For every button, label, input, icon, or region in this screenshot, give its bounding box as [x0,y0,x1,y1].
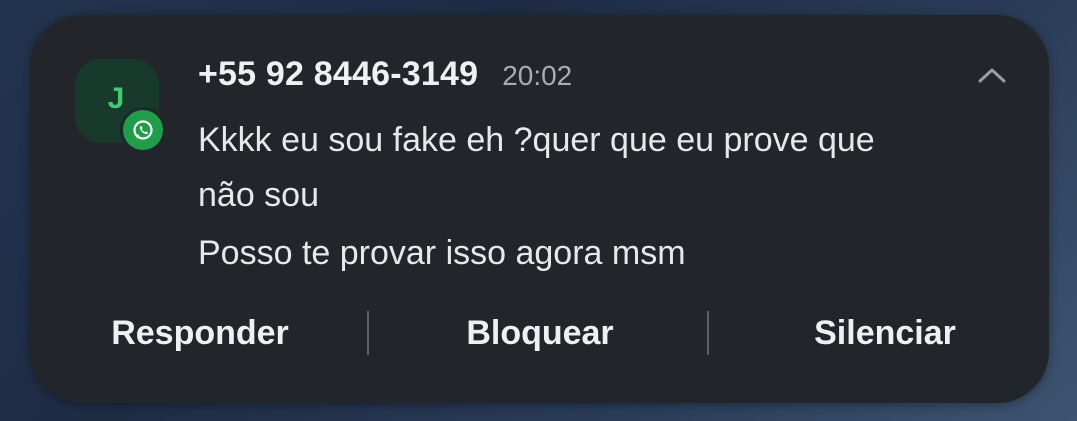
action-divider [367,311,369,355]
message-text: Kkkk eu sou fake eh ?quer que eu prove q… [198,121,875,214]
notification-actions: Responder Bloquear Silenciar [30,305,1049,361]
mute-button[interactable]: Silenciar [765,305,1005,361]
chevron-up-icon[interactable] [974,61,1010,89]
block-button[interactable]: Bloquear [425,305,655,361]
timestamp: 20:02 [502,60,573,91]
action-divider [707,311,709,355]
message-text: Posso te provar isso agora msm [198,234,686,272]
notification-card[interactable]: J +55 92 8446-3149 20:02 Kkkk eu sou fak… [30,15,1049,403]
avatar-letter: J [107,82,125,115]
message-list: Kkkk eu sou fake eh ?quer que eu prove q… [198,113,918,281]
sender-name: +55 92 8446-3149 [198,55,479,93]
reply-button[interactable]: Responder [80,305,320,361]
whatsapp-icon [120,107,166,153]
notification-header: +55 92 8446-3149 20:02 [198,55,572,94]
